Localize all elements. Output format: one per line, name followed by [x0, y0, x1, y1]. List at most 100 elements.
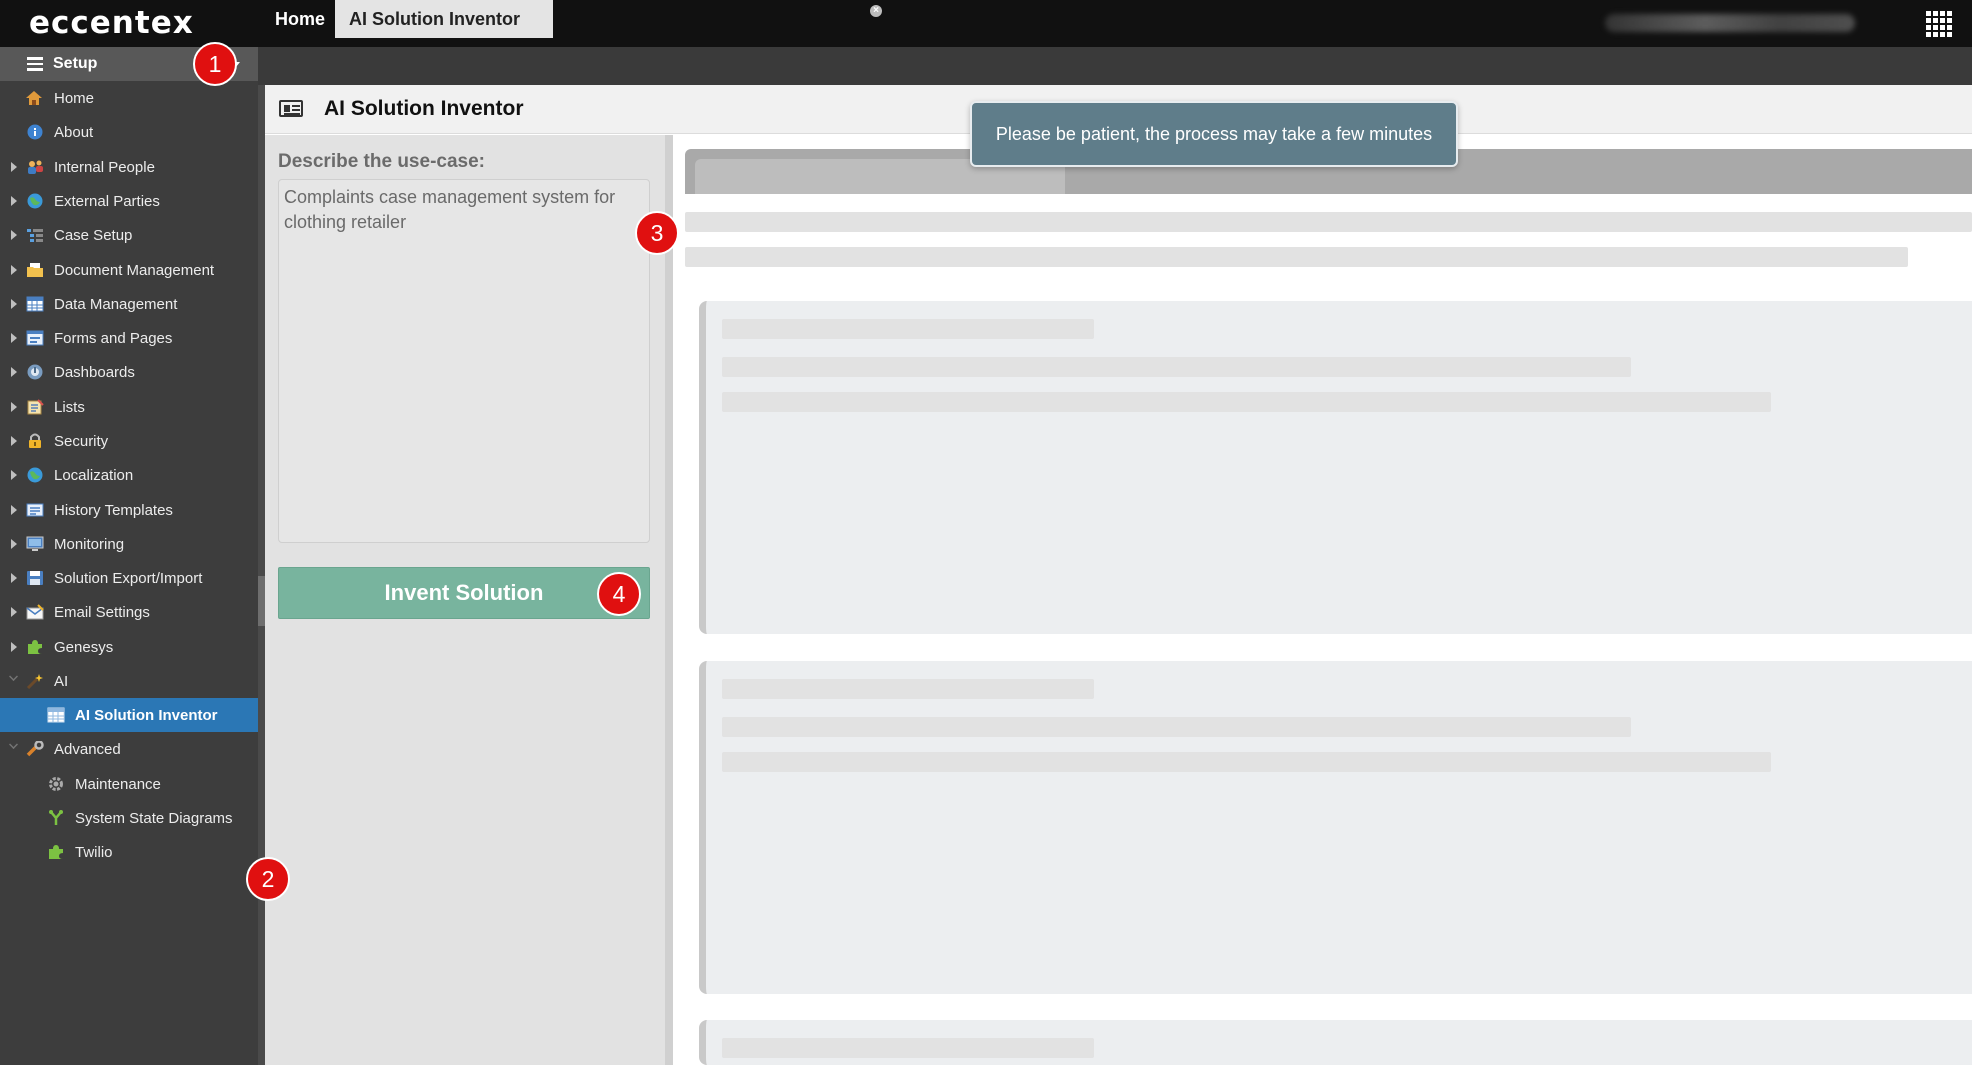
sidebar-item-label: Lists	[54, 399, 85, 416]
sidebar-item-ai-solution-inventor[interactable]: AI Solution Inventor	[0, 698, 258, 732]
annotation-badge-1: 1	[193, 42, 237, 86]
skeleton-line	[722, 357, 1631, 377]
sidebar-item-maintenance[interactable]: Maintenance	[0, 767, 258, 801]
tab-home[interactable]: Home	[265, 0, 335, 38]
people-icon	[28, 160, 43, 174]
results-panel-loading	[673, 135, 1972, 1065]
expand-arrow-icon[interactable]	[11, 402, 17, 412]
sidebar-item-document-management[interactable]: Document Management	[0, 253, 258, 287]
sidebar-item-label: Advanced	[54, 741, 121, 758]
sidebar-item-label: Maintenance	[75, 776, 161, 793]
expand-arrow-icon[interactable]	[11, 333, 17, 343]
skeleton-line	[722, 717, 1631, 737]
sidebar-collapse-handle[interactable]	[258, 576, 265, 626]
sidebar-item-label: External Parties	[54, 193, 160, 210]
expand-arrow-icon[interactable]	[11, 642, 17, 652]
history-icon	[26, 503, 44, 517]
expand-arrow-icon[interactable]	[11, 505, 17, 515]
puzzle-icon	[28, 640, 42, 654]
sidebar-item-system-state-diagrams[interactable]: System State Diagrams	[0, 801, 258, 835]
collapse-arrow-icon[interactable]	[9, 672, 18, 681]
info-icon	[27, 124, 43, 140]
annotation-badge-3: 3	[635, 211, 679, 255]
sidebar-item-advanced[interactable]: Advanced	[0, 732, 258, 766]
expand-arrow-icon[interactable]	[11, 230, 17, 240]
form-icon	[26, 330, 44, 346]
sidebar-item-security[interactable]: Security	[0, 424, 258, 458]
sidebar-item-ai[interactable]: AI	[0, 664, 258, 698]
sidebar-item-label: Email Settings	[54, 604, 150, 621]
patience-toast: Please be patient, the process may take …	[970, 101, 1458, 167]
email-icon	[26, 604, 44, 620]
skeleton-line	[722, 679, 1094, 699]
sidebar-item-label: Monitoring	[54, 536, 125, 553]
sidebar-item-label: Document Management	[54, 262, 215, 279]
case-setup-icon	[27, 229, 43, 242]
skeleton-line	[722, 319, 1094, 339]
expand-arrow-icon[interactable]	[11, 539, 17, 549]
sidebar-item-home[interactable]: Home	[0, 81, 258, 115]
sidebar-item-label: Dashboards	[54, 364, 135, 381]
sidebar-item-email-settings[interactable]: Email Settings	[0, 595, 258, 629]
puzzle-icon	[49, 845, 63, 859]
sidebar-item-genesys[interactable]: Genesys	[0, 630, 258, 664]
apps-grid-icon[interactable]	[1926, 11, 1952, 37]
expand-arrow-icon[interactable]	[11, 162, 17, 172]
expand-arrow-icon[interactable]	[11, 436, 17, 446]
list-icon	[27, 399, 44, 415]
sidebar-item-history-templates[interactable]: History Templates	[0, 493, 258, 527]
expand-arrow-icon[interactable]	[11, 607, 17, 617]
table-icon	[26, 296, 44, 312]
sidebar-header-title: Setup	[53, 55, 98, 72]
folder-icon	[27, 263, 43, 277]
page-title: AI Solution Inventor	[324, 97, 524, 120]
sidebar-item-label: About	[54, 124, 94, 141]
sidebar-item-label: Localization	[54, 467, 134, 484]
sidebar-item-data-management[interactable]: Data Management	[0, 287, 258, 321]
close-icon[interactable]: ×	[870, 5, 882, 17]
collapse-arrow-icon[interactable]	[9, 740, 18, 749]
globe-icon	[27, 467, 43, 483]
tab-label: AI Solution Inventor	[349, 9, 520, 29]
sidebar-item-label: History Templates	[54, 502, 173, 519]
user-info-blurred[interactable]	[1605, 14, 1855, 32]
tab-bar	[258, 47, 1972, 85]
expand-arrow-icon[interactable]	[11, 196, 17, 206]
expand-arrow-icon[interactable]	[11, 299, 17, 309]
sidebar-item-twilio[interactable]: Twilio	[0, 835, 258, 869]
usecase-label: Describe the use-case:	[278, 151, 485, 172]
sidebar-item-about[interactable]: About	[0, 115, 258, 149]
skeleton-line	[685, 212, 1972, 232]
sidebar-item-solution-export-import[interactable]: Solution Export/Import	[0, 561, 258, 595]
gear-icon	[49, 777, 63, 791]
panel-divider[interactable]	[665, 135, 673, 1065]
sidebar-item-monitoring[interactable]: Monitoring	[0, 527, 258, 561]
skeleton-line	[722, 1038, 1094, 1058]
sidebar-item-case-setup[interactable]: Case Setup	[0, 218, 258, 252]
skeleton-card	[699, 301, 1972, 634]
invent-solution-button[interactable]: Invent Solution	[278, 567, 650, 619]
eccentex-logo[interactable]: eccentex	[29, 5, 194, 41]
expand-arrow-icon[interactable]	[11, 265, 17, 275]
sidebar-item-label: Data Management	[54, 296, 178, 313]
sidebar-item-lists[interactable]: Lists	[0, 390, 258, 424]
tab-ai-solution-inventor[interactable]: AI Solution Inventor ×	[335, 0, 882, 38]
sidebar-item-label: Forms and Pages	[54, 330, 173, 347]
expand-arrow-icon[interactable]	[11, 367, 17, 377]
usecase-textarea[interactable]: Complaints case management system for cl…	[278, 179, 650, 543]
skeleton-card	[699, 1020, 1972, 1065]
sidebar-item-forms-and-pages[interactable]: Forms and Pages	[0, 321, 258, 355]
sidebar-item-localization[interactable]: Localization	[0, 458, 258, 492]
sidebar: Setup Home About Internal People Externa…	[0, 47, 258, 1065]
sidebar-splitter[interactable]	[258, 85, 265, 1065]
sidebar-item-label: Solution Export/Import	[54, 570, 203, 587]
sidebar-item-dashboards[interactable]: Dashboards	[0, 355, 258, 389]
table-icon	[47, 707, 65, 723]
sidebar-item-external-parties[interactable]: External Parties	[0, 184, 258, 218]
sidebar-item-label: AI Solution Inventor	[75, 707, 218, 724]
sidebar-item-internal-people[interactable]: Internal People	[0, 150, 258, 184]
sidebar-item-label: Genesys	[54, 639, 114, 656]
expand-arrow-icon[interactable]	[11, 573, 17, 583]
expand-arrow-icon[interactable]	[11, 470, 17, 480]
sidebar-item-label: Home	[54, 90, 95, 107]
